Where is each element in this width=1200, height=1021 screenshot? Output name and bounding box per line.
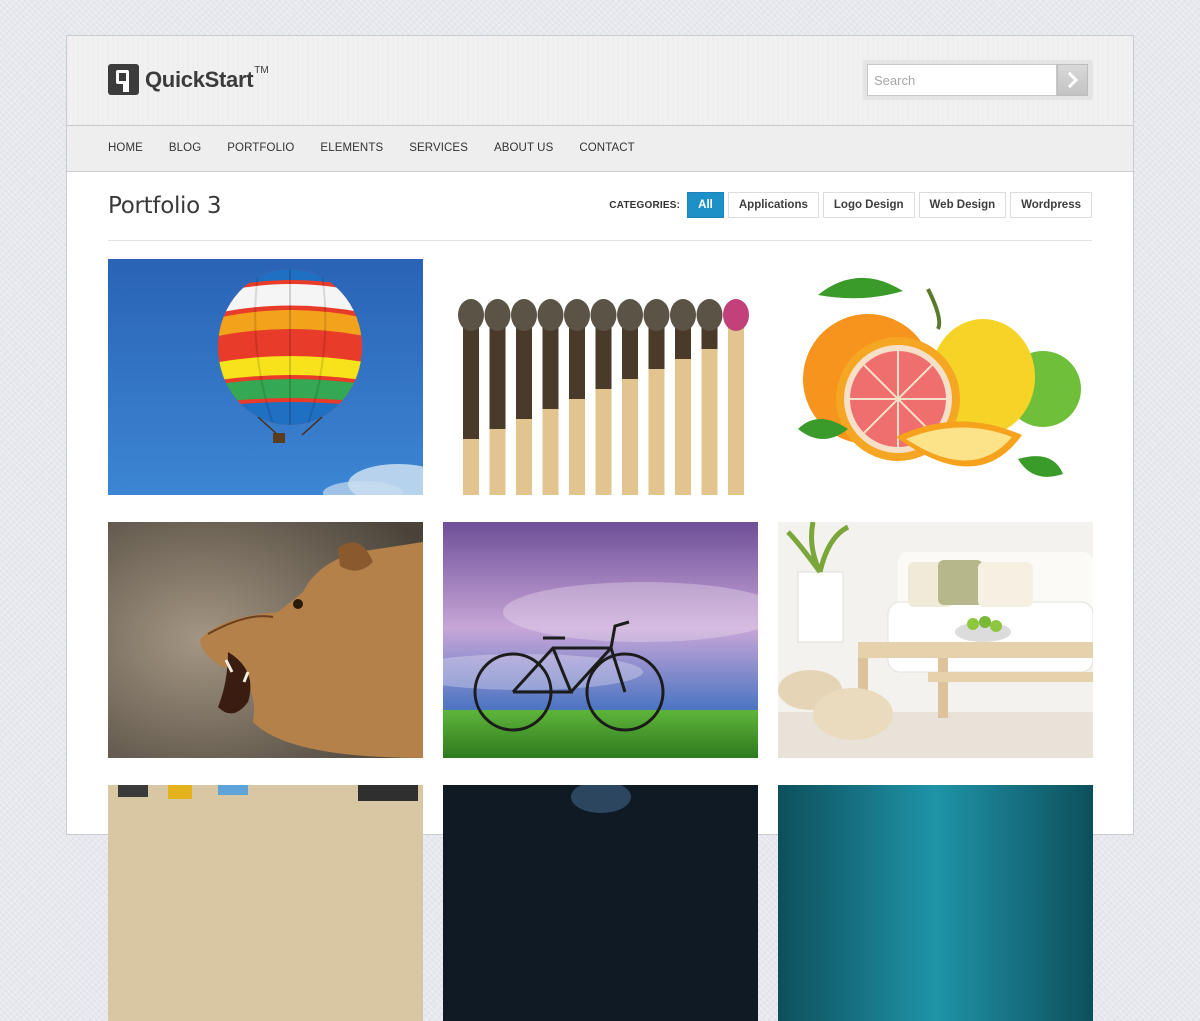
living-room-image [778,522,1093,758]
match-head [643,299,670,331]
logo-trademark: TM [254,65,269,76]
nav-elements[interactable]: ELEMENTS [320,126,383,171]
logo-icon [108,64,139,95]
search-button[interactable] [1057,64,1088,96]
match-head [484,299,511,331]
nav-services[interactable]: SERVICES [409,126,468,171]
main-nav: HOME BLOG PORTFOLIO ELEMENTS SERVICES AB… [67,126,1133,172]
match-head [458,299,484,331]
match-head [564,299,590,331]
category-wordpress[interactable]: Wordpress [1010,192,1092,218]
match-head [511,299,537,331]
portfolio-item-citrus[interactable] [778,259,1093,495]
match-head [590,299,617,331]
site-logo[interactable]: QuickStart TM [108,64,269,95]
page-title: Portfolio 3 [108,193,222,219]
hot-air-balloon-image [108,259,423,495]
portfolio-item-portrait[interactable] [443,785,758,1021]
search-input[interactable] [867,64,1057,96]
teal-abstract-image [778,785,1093,1021]
portfolio-item-lioness[interactable] [108,522,423,758]
category-web-design[interactable]: Web Design [918,192,1007,218]
category-all[interactable]: All [687,192,724,218]
nav-about-us[interactable]: ABOUT US [494,126,553,171]
match-head [723,299,749,331]
nav-contact[interactable]: CONTACT [579,126,634,171]
desk-tools-image [108,785,423,1021]
portfolio-item-teal[interactable] [778,785,1093,1021]
match-head [670,299,696,331]
portfolio-item-balloon[interactable] [108,259,423,495]
citrus-image [778,259,1093,495]
match-head [617,299,643,331]
search-box [863,60,1093,100]
match-head [696,299,723,331]
match-stick [728,309,744,495]
portfolio-item-interior[interactable] [778,522,1093,758]
title-bar: Portfolio 3 CATEGORIES: All Applications… [108,172,1092,241]
nav-home[interactable]: HOME [108,126,143,171]
page-frame: QuickStart TM HOME BLOG PORTFOLIO ELEMEN… [66,35,1134,1021]
category-applications[interactable]: Applications [727,192,819,218]
match-head [537,299,564,331]
chevron-right-icon [1067,72,1078,88]
portfolio-item-bicycle[interactable] [443,522,758,758]
category-logo-design[interactable]: Logo Design [822,192,915,218]
nav-portfolio[interactable]: PORTFOLIO [227,126,294,171]
logo-text: QuickStart [145,67,254,92]
categories-label: CATEGORIES: [609,199,681,211]
portfolio-item-tools[interactable] [108,785,423,1021]
portfolio-item-matches[interactable] [443,259,758,495]
matches-image [443,259,758,495]
lioness-image [108,522,423,758]
dark-portrait-image [443,785,758,1021]
bicycle-image [443,522,758,758]
site-header: QuickStart TM [67,36,1133,126]
category-filter: CATEGORIES: All Applications Logo Design… [609,192,1092,218]
nav-blog[interactable]: BLOG [169,126,201,171]
